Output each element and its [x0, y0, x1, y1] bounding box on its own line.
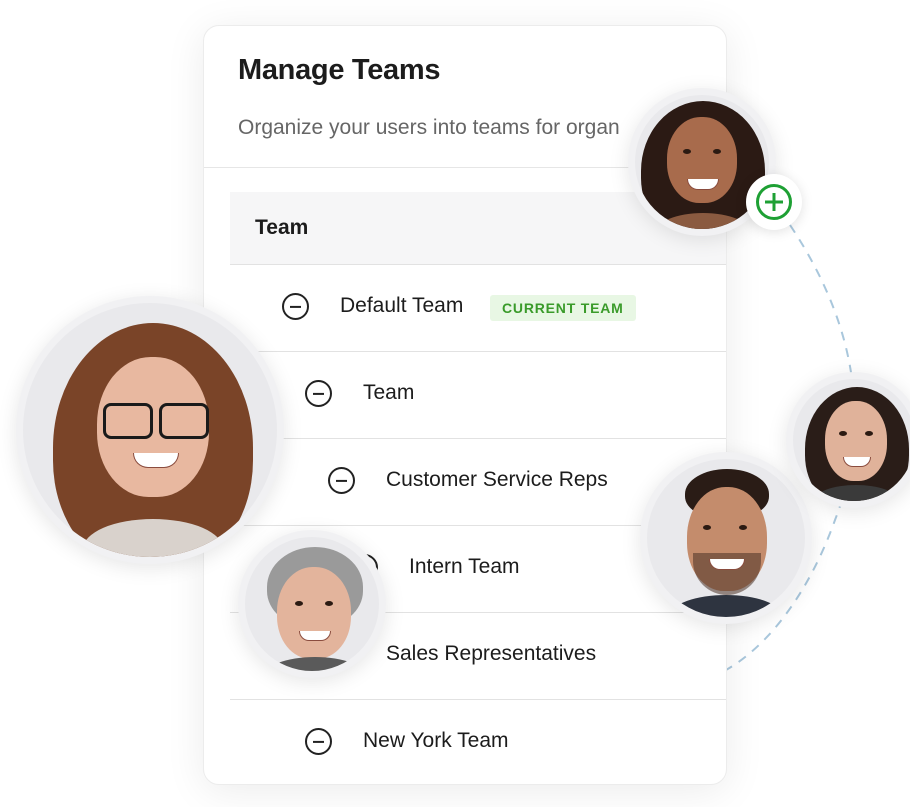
team-name: Team — [363, 381, 415, 404]
plus-circle-icon — [756, 184, 792, 220]
team-name: Default Team — [340, 294, 464, 317]
team-name: Sales Representatives — [386, 642, 597, 665]
minus-circle-icon[interactable] — [282, 293, 309, 320]
page-title: Manage Teams — [238, 54, 441, 86]
team-row-default[interactable]: Default Team CURRENT TEAM — [230, 265, 726, 352]
minus-circle-icon[interactable] — [305, 380, 332, 407]
minus-circle-icon[interactable] — [305, 728, 332, 755]
avatar — [238, 530, 386, 678]
avatar — [786, 372, 910, 508]
current-team-badge: CURRENT TEAM — [490, 295, 636, 321]
team-name: Intern Team — [409, 555, 520, 578]
team-name: Customer Service Reps — [386, 468, 608, 491]
team-name: New York Team — [363, 729, 509, 752]
column-header-team: Team — [255, 216, 309, 239]
page-subtitle: Organize your users into teams for organ — [238, 116, 620, 139]
avatar — [16, 296, 284, 564]
team-row-team[interactable]: Team — [230, 352, 726, 439]
minus-circle-icon[interactable] — [328, 467, 355, 494]
add-user-button[interactable] — [746, 174, 802, 230]
avatar — [640, 452, 812, 624]
team-row-new-york[interactable]: New York Team — [230, 700, 726, 784]
